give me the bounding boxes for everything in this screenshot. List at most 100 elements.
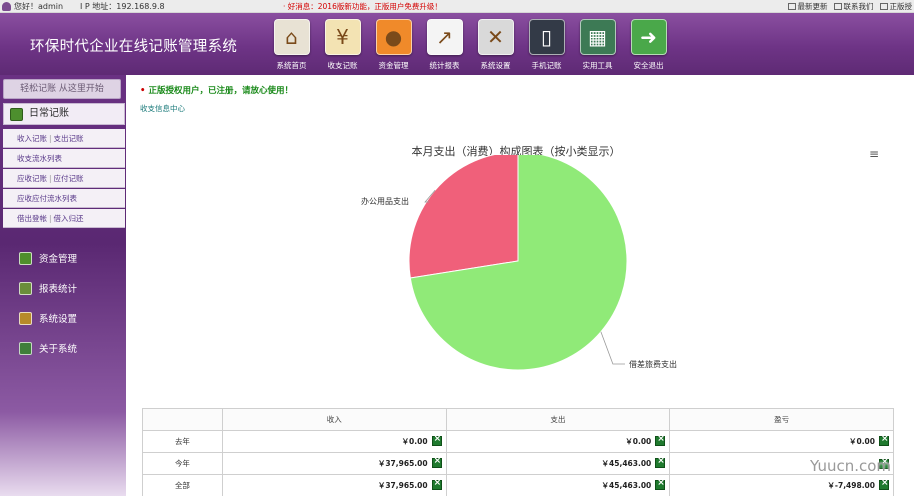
value-text: ￥37,965.00: [377, 459, 428, 468]
sidebar-group-label: 关于系统: [39, 344, 78, 355]
sidebar-subitem-link[interactable]: 应付记账: [54, 174, 84, 183]
excel-export-icon[interactable]: [431, 456, 442, 468]
excel-export-icon[interactable]: [879, 478, 889, 490]
sidebar-group-3[interactable]: 关于系统: [0, 333, 126, 363]
nav-label: 统计报表: [429, 61, 460, 70]
nav-item-7[interactable]: ➜ 安全退出: [623, 19, 674, 71]
row-label: 今年: [142, 452, 223, 475]
nav-item-0[interactable]: ⌂ 系统首页: [266, 19, 317, 71]
user-icon: [2, 2, 11, 11]
nav-label: 安全退出: [633, 61, 664, 70]
sidebar-group-1[interactable]: 报表统计: [0, 273, 126, 303]
nav-item-1[interactable]: ¥ 收支记账: [317, 19, 368, 71]
excel-export-icon[interactable]: [431, 478, 442, 490]
sidebar-group-0[interactable]: 资金管理: [0, 243, 126, 273]
summary-table: 收入支出盈亏 去年 ￥0.00 ￥0.00 ￥0.00 今年 ￥37,965.00 ￥45,…: [142, 408, 894, 496]
sidebar-group-2[interactable]: 系统设置: [0, 303, 126, 333]
nav-item-4[interactable]: ✕ 系统设置: [470, 19, 521, 71]
contact-link[interactable]: 联系我们: [833, 1, 874, 12]
tools-icon: ✕: [477, 19, 514, 55]
value-cell-profit: ￥-7,498.00: [669, 474, 894, 496]
home-icon: ⌂: [273, 19, 310, 55]
excel-export-icon[interactable]: [431, 434, 442, 446]
sidebar-subitem-row: 借出登帐 | 借入归还: [3, 209, 125, 228]
value-cell-expense: ￥45,463.00: [445, 452, 671, 475]
sidebar-subitem-link[interactable]: 借出登帐: [17, 214, 47, 223]
pie-slice-0[interactable]: [408, 155, 519, 279]
value-text: ￥0.00: [401, 437, 428, 446]
nav-item-5[interactable]: ▯ 手机记账: [521, 19, 572, 71]
nav-item-6[interactable]: ▦ 实用工具: [572, 19, 623, 71]
top-info-bar: 您好！admin I P 地址：192.168.9.8 · 好消息：2016版新…: [0, 0, 914, 13]
nav-label: 系统首页: [276, 61, 307, 70]
top-links: 最新更新 联系我们 正版授: [787, 1, 912, 12]
license-notice: • 正版授权用户，已注册，请放心使用！: [140, 86, 293, 96]
nav-item-3[interactable]: ↗ 统计报表: [419, 19, 470, 71]
finance-center-link[interactable]: 收支信息中心: [140, 103, 185, 114]
group-icon: [19, 311, 32, 325]
summary-header-cell: 支出: [445, 408, 671, 431]
sidebar-slogan: 轻松记账 从这里开始: [3, 79, 121, 99]
summary-header-cell: [142, 408, 223, 431]
nav-label: 资金管理: [378, 61, 409, 70]
exit-icon: ➜: [630, 19, 667, 55]
sidebar-subitem-link[interactable]: 收入记账: [17, 134, 47, 143]
sidebar-subitem-link[interactable]: 收支流水列表: [17, 154, 62, 163]
news-marquee[interactable]: · 好消息：2016版新功能，正版用户免费升级！: [283, 1, 442, 12]
value-text: ￥37,965.00: [377, 481, 428, 490]
group-icon: [19, 251, 32, 265]
yen-book-icon: ¥: [324, 19, 361, 55]
pie-connector-1: [600, 331, 625, 365]
excel-export-icon[interactable]: [655, 456, 666, 468]
sidebar: 轻松记账 从这里开始 日常记账 收入记账 | 支出记账 收支流水列表 应收记账 | 应付记账…: [0, 75, 126, 496]
sidebar-subitem-link[interactable]: 借入归还: [54, 214, 84, 223]
sidebar-subitem-row: 收入记账 | 支出记账: [3, 129, 125, 148]
row-label: 全部: [142, 474, 223, 496]
group-icon: [19, 341, 32, 355]
value-cell-expense: ￥45,463.00: [445, 474, 671, 496]
calculator-icon: ▦: [579, 19, 616, 55]
value-cell-profit: ￥0.00: [669, 430, 894, 453]
summary-header-cell: 收入: [221, 408, 447, 431]
row-label: 去年: [142, 430, 223, 453]
pie-chart: 办公用品支出借差旅费支出: [361, 155, 677, 371]
group-icon: [19, 281, 32, 295]
phone-icon: ▯: [528, 19, 565, 55]
check-icon: [879, 3, 888, 10]
sidebar-subitem-link[interactable]: 支出记账: [54, 134, 84, 143]
sidebar-sublist: 收入记账 | 支出记账 收支流水列表 应收记账 | 应付记账 应收应付流水列表 借出登帐 | 借入归…: [3, 129, 125, 229]
separator: |: [49, 174, 52, 183]
pie-label-0: 办公用品支出: [361, 196, 409, 206]
license-link[interactable]: 正版授: [879, 1, 912, 12]
watermark: Yuucn.com: [810, 457, 892, 475]
nav-item-2[interactable]: ● 资金管理: [368, 19, 419, 71]
sidebar-subitem-row: 应收记账 | 应付记账: [3, 169, 125, 188]
greeting-text: 您好！admin: [14, 2, 64, 11]
excel-export-icon[interactable]: [655, 478, 666, 490]
value-text: ￥45,463.00: [601, 481, 652, 490]
sidebar-group-label: 报表统计: [39, 284, 78, 295]
sidebar-groups: 资金管理报表统计系统设置关于系统: [0, 243, 126, 363]
value-cell-expense: ￥0.00: [445, 430, 671, 453]
excel-export-icon[interactable]: [655, 434, 666, 446]
value-cell-income: ￥37,965.00: [221, 452, 447, 475]
sidebar-subitem-row: 应收应付流水列表: [3, 189, 125, 208]
value-text: ￥45,463.00: [601, 459, 652, 468]
nav-label: 实用工具: [582, 61, 613, 70]
app-title: 环保时代企业在线记账管理系统: [30, 39, 238, 55]
sidebar-group-label: 系统设置: [39, 314, 78, 325]
bullet-icon: •: [140, 86, 146, 96]
main-nav: ⌂ 系统首页 ¥ 收支记账 ● 资金管理 ↗ 统计报表 ✕ 系统设置 ▯ 手机记账 ▦ 实用工具 ➜ 安全退出: [266, 19, 674, 71]
latest-update-link[interactable]: 最新更新: [787, 1, 828, 12]
excel-export-icon[interactable]: [879, 434, 889, 446]
sidebar-subitem-link[interactable]: 应收记账: [17, 174, 47, 183]
nav-label: 手机记账: [531, 61, 562, 70]
sidebar-subitem-link[interactable]: 应收应付流水列表: [17, 194, 77, 203]
mail-icon: [833, 3, 842, 10]
sidebar-daily-header[interactable]: 日常记账: [3, 103, 125, 125]
book-icon: [10, 107, 23, 121]
value-cell-income: ￥0.00: [221, 430, 447, 453]
sidebar-daily-label: 日常记账: [29, 108, 69, 119]
summary-header-row: 收入 支出 盈亏: [142, 408, 894, 431]
main-content: • 正版授权用户，已注册，请放心使用！ 收支信息中心 本月支出（消费）构成图表（按…: [126, 75, 914, 496]
